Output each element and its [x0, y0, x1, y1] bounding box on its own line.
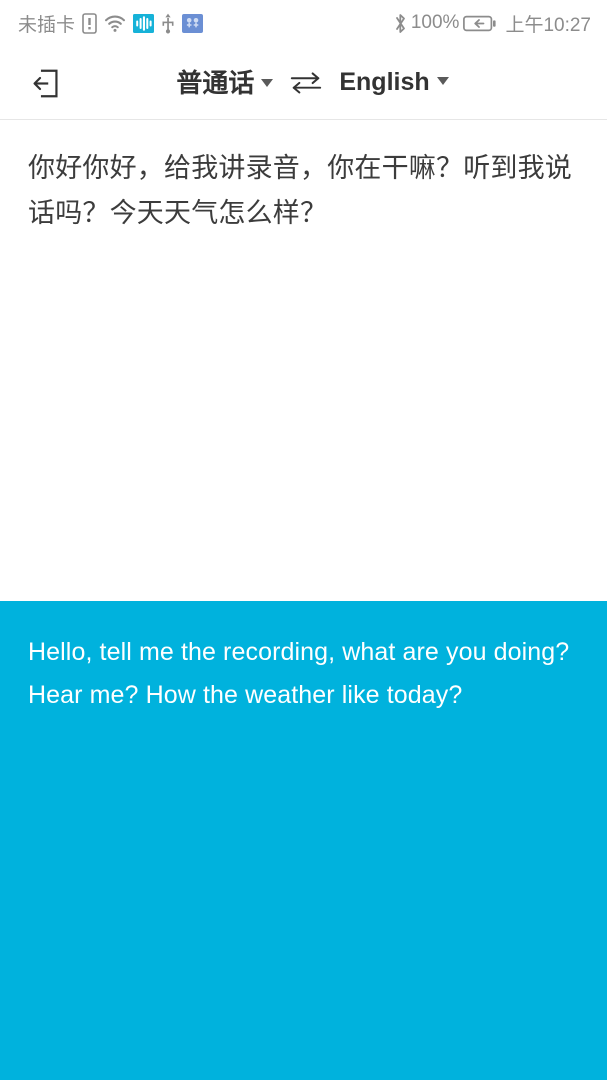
usb-icon: [161, 13, 175, 34]
language-selector-bar: 普通话 English: [156, 55, 450, 111]
battery-charging-icon: [463, 14, 497, 33]
source-language-label: 普通话: [176, 67, 255, 98]
target-translation-text: Hello, tell me the recording, what are y…: [28, 638, 570, 709]
translation-screen: 未插卡 100% 上午10:27 普通话 English 你好你好，给我讲录音，…: [0, 0, 607, 1080]
clock-label: 上午10:27: [505, 14, 591, 36]
exit-icon: [30, 68, 61, 99]
sim-card-alert-icon: [82, 12, 97, 34]
swap-languages-button[interactable]: [275, 55, 337, 111]
wifi-icon: [104, 14, 126, 32]
chevron-down-icon-source: [261, 78, 274, 87]
app-toolbar: 普通话 English: [0, 46, 607, 120]
dual-app-icon: [182, 13, 204, 34]
exit-button[interactable]: [16, 46, 74, 120]
status-bar-left: 未插卡: [18, 10, 394, 37]
sim-status-label: 未插卡: [18, 14, 76, 36]
target-text-pane[interactable]: Hello, tell me the recording, what are y…: [0, 601, 607, 1080]
chevron-down-icon-target: [436, 77, 449, 85]
source-transcript-text: 你好你好，给我讲录音，你在干嘛？听到我说话吗？今天天气怎么样？: [28, 153, 572, 229]
status-bar-right: 100% 上午10:27: [394, 10, 591, 37]
swap-horizontal-icon: [289, 69, 323, 96]
audio-recording-icon: [133, 13, 155, 34]
source-language-button[interactable]: 普通话: [174, 66, 275, 100]
source-text-pane[interactable]: 你好你好，给我讲录音，你在干嘛？听到我说话吗？今天天气怎么样？: [0, 120, 607, 601]
battery-percent-label: 100%: [410, 12, 460, 33]
status-bar: 未插卡 100% 上午10:27: [0, 0, 607, 46]
target-language-button[interactable]: English: [337, 66, 450, 99]
bluetooth-icon: [394, 13, 407, 34]
target-language-label: English: [339, 68, 430, 96]
